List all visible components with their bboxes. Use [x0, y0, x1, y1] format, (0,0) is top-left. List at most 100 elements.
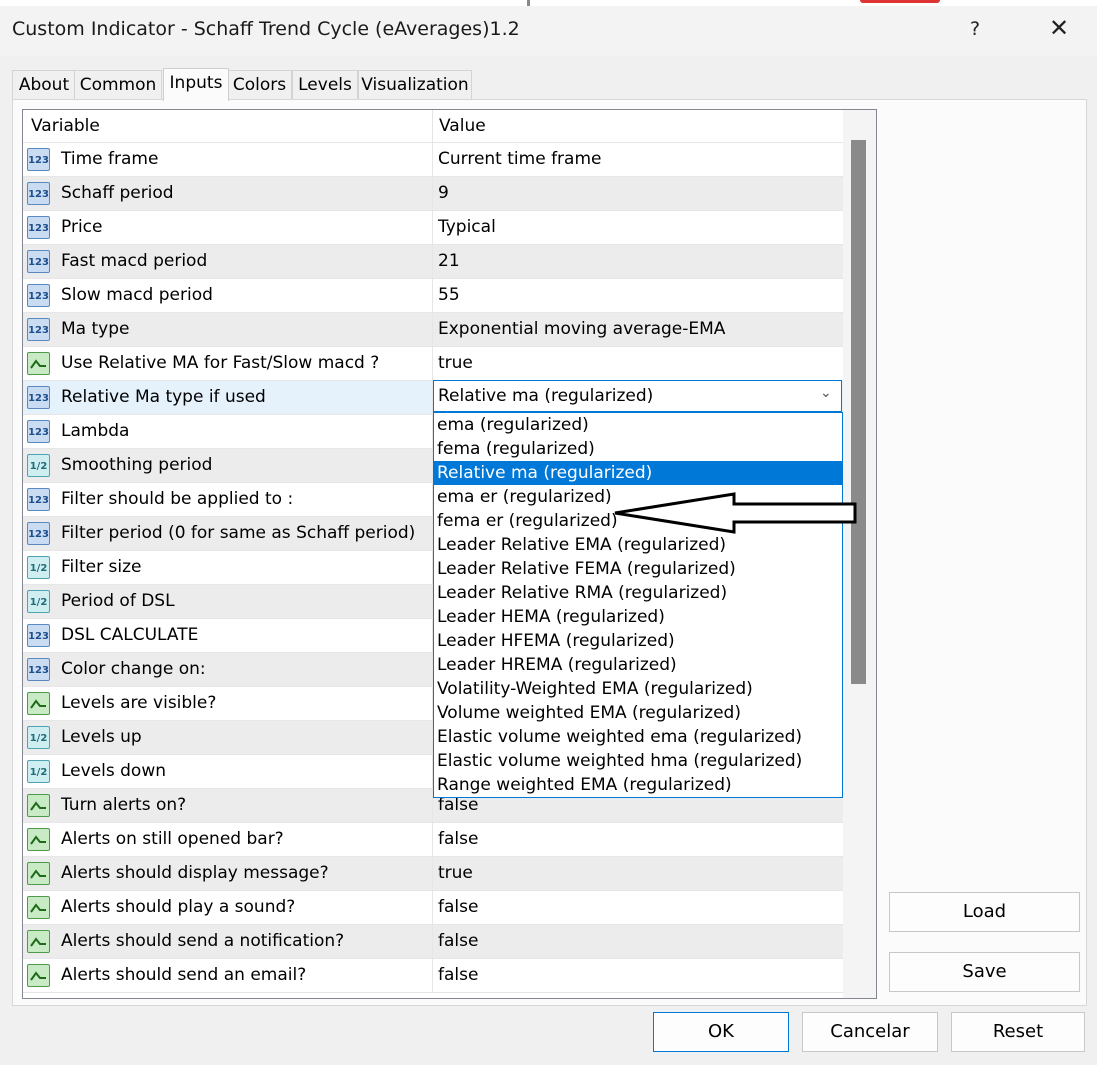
scrollbar-thumb[interactable] [851, 140, 866, 684]
variable-name: Filter size [61, 557, 142, 577]
double-type-icon: 1/2 [27, 590, 50, 613]
dropdown-option[interactable]: Leader Relative RMA (regularized) [434, 581, 842, 605]
variable-name: Alerts should play a sound? [61, 897, 296, 917]
tab-levels[interactable]: Levels [292, 70, 358, 99]
variable-name: Time frame [61, 149, 159, 169]
boolean-type-icon [27, 352, 50, 375]
variable-value[interactable]: false [438, 795, 478, 815]
cancel-button[interactable]: Cancelar [802, 1012, 938, 1052]
variable-value[interactable]: Typical [438, 217, 496, 237]
dropdown-option[interactable]: Leader HREMA (regularized) [434, 653, 842, 677]
double-type-icon: 1/2 [27, 556, 50, 579]
boolean-type-icon [27, 964, 50, 987]
reset-button[interactable]: Reset [951, 1012, 1085, 1052]
tab-colors[interactable]: Colors [227, 70, 292, 99]
tab-visualization[interactable]: Visualization [358, 70, 472, 99]
variable-name: Alerts should send a notification? [61, 931, 345, 951]
dropdown-option[interactable]: Relative ma (regularized) [434, 461, 842, 485]
variable-value[interactable]: false [438, 897, 478, 917]
vertical-scrollbar[interactable] [843, 110, 876, 998]
select-value: Relative ma (regularized) [438, 386, 654, 406]
variable-name: Levels down [61, 761, 167, 781]
variable-name: Ma type [61, 319, 130, 339]
variable-name: Period of DSL [61, 591, 175, 611]
boolean-type-icon [27, 862, 50, 885]
table-row[interactable]: Alerts should send a notification? false [23, 925, 843, 959]
dropdown-option[interactable]: fema (regularized) [434, 437, 842, 461]
close-button[interactable]: ✕ [1049, 14, 1069, 42]
boolean-type-icon [27, 930, 50, 953]
integer-type-icon: 123 [27, 182, 50, 205]
integer-type-icon: 123 [27, 216, 50, 239]
table-row[interactable]: Use Relative MA for Fast/Slow macd ? true [23, 347, 843, 381]
save-button[interactable]: Save [889, 952, 1080, 992]
variable-name: Levels up [61, 727, 142, 747]
dropdown-option[interactable]: Elastic volume weighted ema (regularized… [434, 725, 842, 749]
variable-name: Schaff period [61, 183, 174, 203]
integer-type-icon: 123 [27, 420, 50, 443]
relative-ma-type-select[interactable]: Relative ma (regularized) ⌄ [433, 380, 842, 412]
table-row[interactable]: 123 Slow macd period 55 [23, 279, 843, 313]
variable-name: Alerts should display message? [61, 863, 329, 883]
variable-name: Price [61, 217, 103, 237]
variable-name: Fast macd period [61, 251, 208, 271]
variable-name: Relative Ma type if used [61, 387, 266, 407]
table-row[interactable]: Alerts should display message? true [23, 857, 843, 891]
variable-name: Alerts should send an email? [61, 965, 307, 985]
dropdown-option[interactable]: Leader Relative EMA (regularized) [434, 533, 842, 557]
dropdown-option[interactable]: Leader HFEMA (regularized) [434, 629, 842, 653]
variable-name: Alerts on still opened bar? [61, 829, 284, 849]
boolean-type-icon [27, 896, 50, 919]
title-bar: Custom Indicator - Schaff Trend Cycle (e… [0, 6, 1097, 56]
variable-value[interactable]: false [438, 965, 478, 985]
dropdown-option[interactable]: ema (regularized) [434, 413, 842, 437]
table-row[interactable]: Alerts should send an email? false [23, 959, 843, 993]
variable-name: Filter period (0 for same as Schaff peri… [61, 523, 416, 543]
integer-type-icon: 123 [27, 318, 50, 341]
chevron-down-icon[interactable]: ⌄ [820, 385, 832, 401]
variable-name: Slow macd period [61, 285, 213, 305]
dropdown-option[interactable]: Elastic volume weighted hma (regularized… [434, 749, 842, 773]
variable-name: Smoothing period [61, 455, 213, 475]
tab-common[interactable]: Common [74, 70, 162, 99]
help-button[interactable]: ? [970, 18, 980, 40]
variable-name: Filter should be applied to : [61, 489, 294, 509]
dropdown-option[interactable]: Leader Relative FEMA (regularized) [434, 557, 842, 581]
variable-value[interactable]: false [438, 931, 478, 951]
dropdown-option[interactable]: Volatility-Weighted EMA (regularized) [434, 677, 842, 701]
dropdown-option[interactable]: Leader HEMA (regularized) [434, 605, 842, 629]
table-row[interactable]: 123 Schaff period 9 [23, 177, 843, 211]
load-button[interactable]: Load [889, 892, 1080, 932]
integer-type-icon: 123 [27, 658, 50, 681]
variable-value[interactable]: true [438, 863, 473, 883]
integer-type-icon: 123 [27, 522, 50, 545]
tab-inputs[interactable]: Inputs [163, 68, 229, 101]
variable-value[interactable]: Current time frame [438, 149, 601, 169]
table-row[interactable]: 123 Fast macd period 21 [23, 245, 843, 279]
variable-value[interactable]: 21 [438, 251, 460, 271]
table-row[interactable]: Alerts on still opened bar? false [23, 823, 843, 857]
double-type-icon: 1/2 [27, 454, 50, 477]
integer-type-icon: 123 [27, 386, 50, 409]
variable-name: Levels are visible? [61, 693, 217, 713]
dropdown-list: ema (regularized) fema (regularized) Relat… [433, 412, 843, 798]
variable-value[interactable]: true [438, 353, 473, 373]
ok-button[interactable]: OK [653, 1012, 789, 1052]
variable-value[interactable]: 55 [438, 285, 460, 305]
table-row[interactable]: Alerts should play a sound? false [23, 891, 843, 925]
dropdown-option[interactable]: Range weighted EMA (regularized) [434, 773, 842, 797]
table-row[interactable]: 123 Price Typical [23, 211, 843, 245]
boolean-type-icon [27, 692, 50, 715]
annotation-arrow-icon [614, 492, 857, 534]
table-row[interactable]: 123 Time frame Current time frame [23, 143, 843, 177]
variable-value[interactable]: Exponential moving average-EMA [438, 319, 725, 339]
header-variable: Variable [31, 116, 100, 136]
variable-value[interactable]: 9 [438, 183, 449, 203]
table-row[interactable]: 123 Ma type Exponential moving average-EMA [23, 313, 843, 347]
variable-value[interactable]: false [438, 829, 478, 849]
double-type-icon: 1/2 [27, 760, 50, 783]
window-title: Custom Indicator - Schaff Trend Cycle (e… [12, 18, 520, 40]
dropdown-option[interactable]: Volume weighted EMA (regularized) [434, 701, 842, 725]
integer-type-icon: 123 [27, 488, 50, 511]
tab-about[interactable]: About [12, 70, 76, 99]
